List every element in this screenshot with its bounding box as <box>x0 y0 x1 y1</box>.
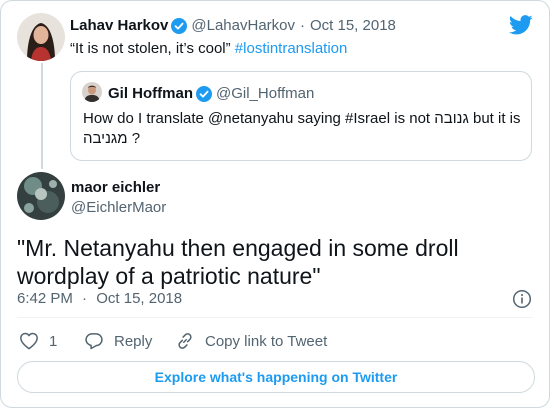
avatar-lahav-harkov[interactable] <box>17 13 65 61</box>
explore-label: Explore what's happening on Twitter <box>154 369 398 385</box>
author-name[interactable]: Lahav Harkov <box>70 17 168 34</box>
tweet-embed-card: Lahav Harkov @LahavHarkov · Oct 15, 2018… <box>0 0 550 408</box>
verified-badge-icon <box>171 17 188 34</box>
dot-separator: · <box>300 17 305 34</box>
verified-badge-icon <box>196 85 212 102</box>
author-handle[interactable]: @LahavHarkov <box>191 17 295 34</box>
main-author-handle[interactable]: @EichlerMaor <box>71 199 166 216</box>
quoted-tweet-text: How do I translate @netanyahu saying #Is… <box>83 110 521 147</box>
quoted-author-handle: @Gil_Hoffman <box>216 85 315 102</box>
tweet-time[interactable]: 6:42 PM <box>17 290 73 307</box>
avatar-maor-eichler[interactable] <box>17 172 65 220</box>
thread-connector-line <box>41 63 43 169</box>
copy-link-label: Copy link to Tweet <box>205 332 328 350</box>
tweet-date[interactable]: Oct 15, 2018 <box>96 290 182 307</box>
twitter-bird-icon[interactable] <box>508 15 533 35</box>
tweet-date[interactable]: Oct 15, 2018 <box>310 17 396 34</box>
quoted-tweet-header: Gil Hoffman @Gil_Hoffman <box>108 85 314 102</box>
like-button[interactable]: 1 <box>19 331 57 351</box>
main-author-name[interactable]: maor eichler <box>71 179 160 196</box>
heart-icon <box>19 331 49 351</box>
main-tweet-text: "Mr. Netanyahu then engaged in some drol… <box>17 235 459 289</box>
reply-button[interactable]: Reply <box>84 331 152 351</box>
parent-tweet-header: Lahav Harkov @LahavHarkov · Oct 15, 2018 <box>70 17 396 34</box>
tweet-timestamp[interactable]: 6:42 PM · Oct 15, 2018 <box>17 290 182 307</box>
explore-twitter-button[interactable]: Explore what's happening on Twitter <box>17 361 535 393</box>
dot-separator: · <box>82 290 88 307</box>
like-count: 1 <box>49 332 58 350</box>
parent-tweet-text: “It is not stolen, it’s cool” #lostintra… <box>70 40 347 57</box>
info-icon[interactable] <box>512 289 532 309</box>
divider <box>17 317 533 318</box>
reply-icon <box>84 331 114 351</box>
quoted-author-name: Gil Hoffman <box>108 85 193 102</box>
hashtag-link[interactable]: #lostintranslation <box>235 40 348 57</box>
copy-link-button[interactable]: Copy link to Tweet <box>175 331 327 351</box>
parent-tweet-quote: “It is not stolen, it’s cool” <box>70 40 235 57</box>
avatar-gil-hoffman <box>82 82 102 102</box>
link-icon <box>175 331 205 351</box>
reply-label: Reply <box>114 332 153 350</box>
